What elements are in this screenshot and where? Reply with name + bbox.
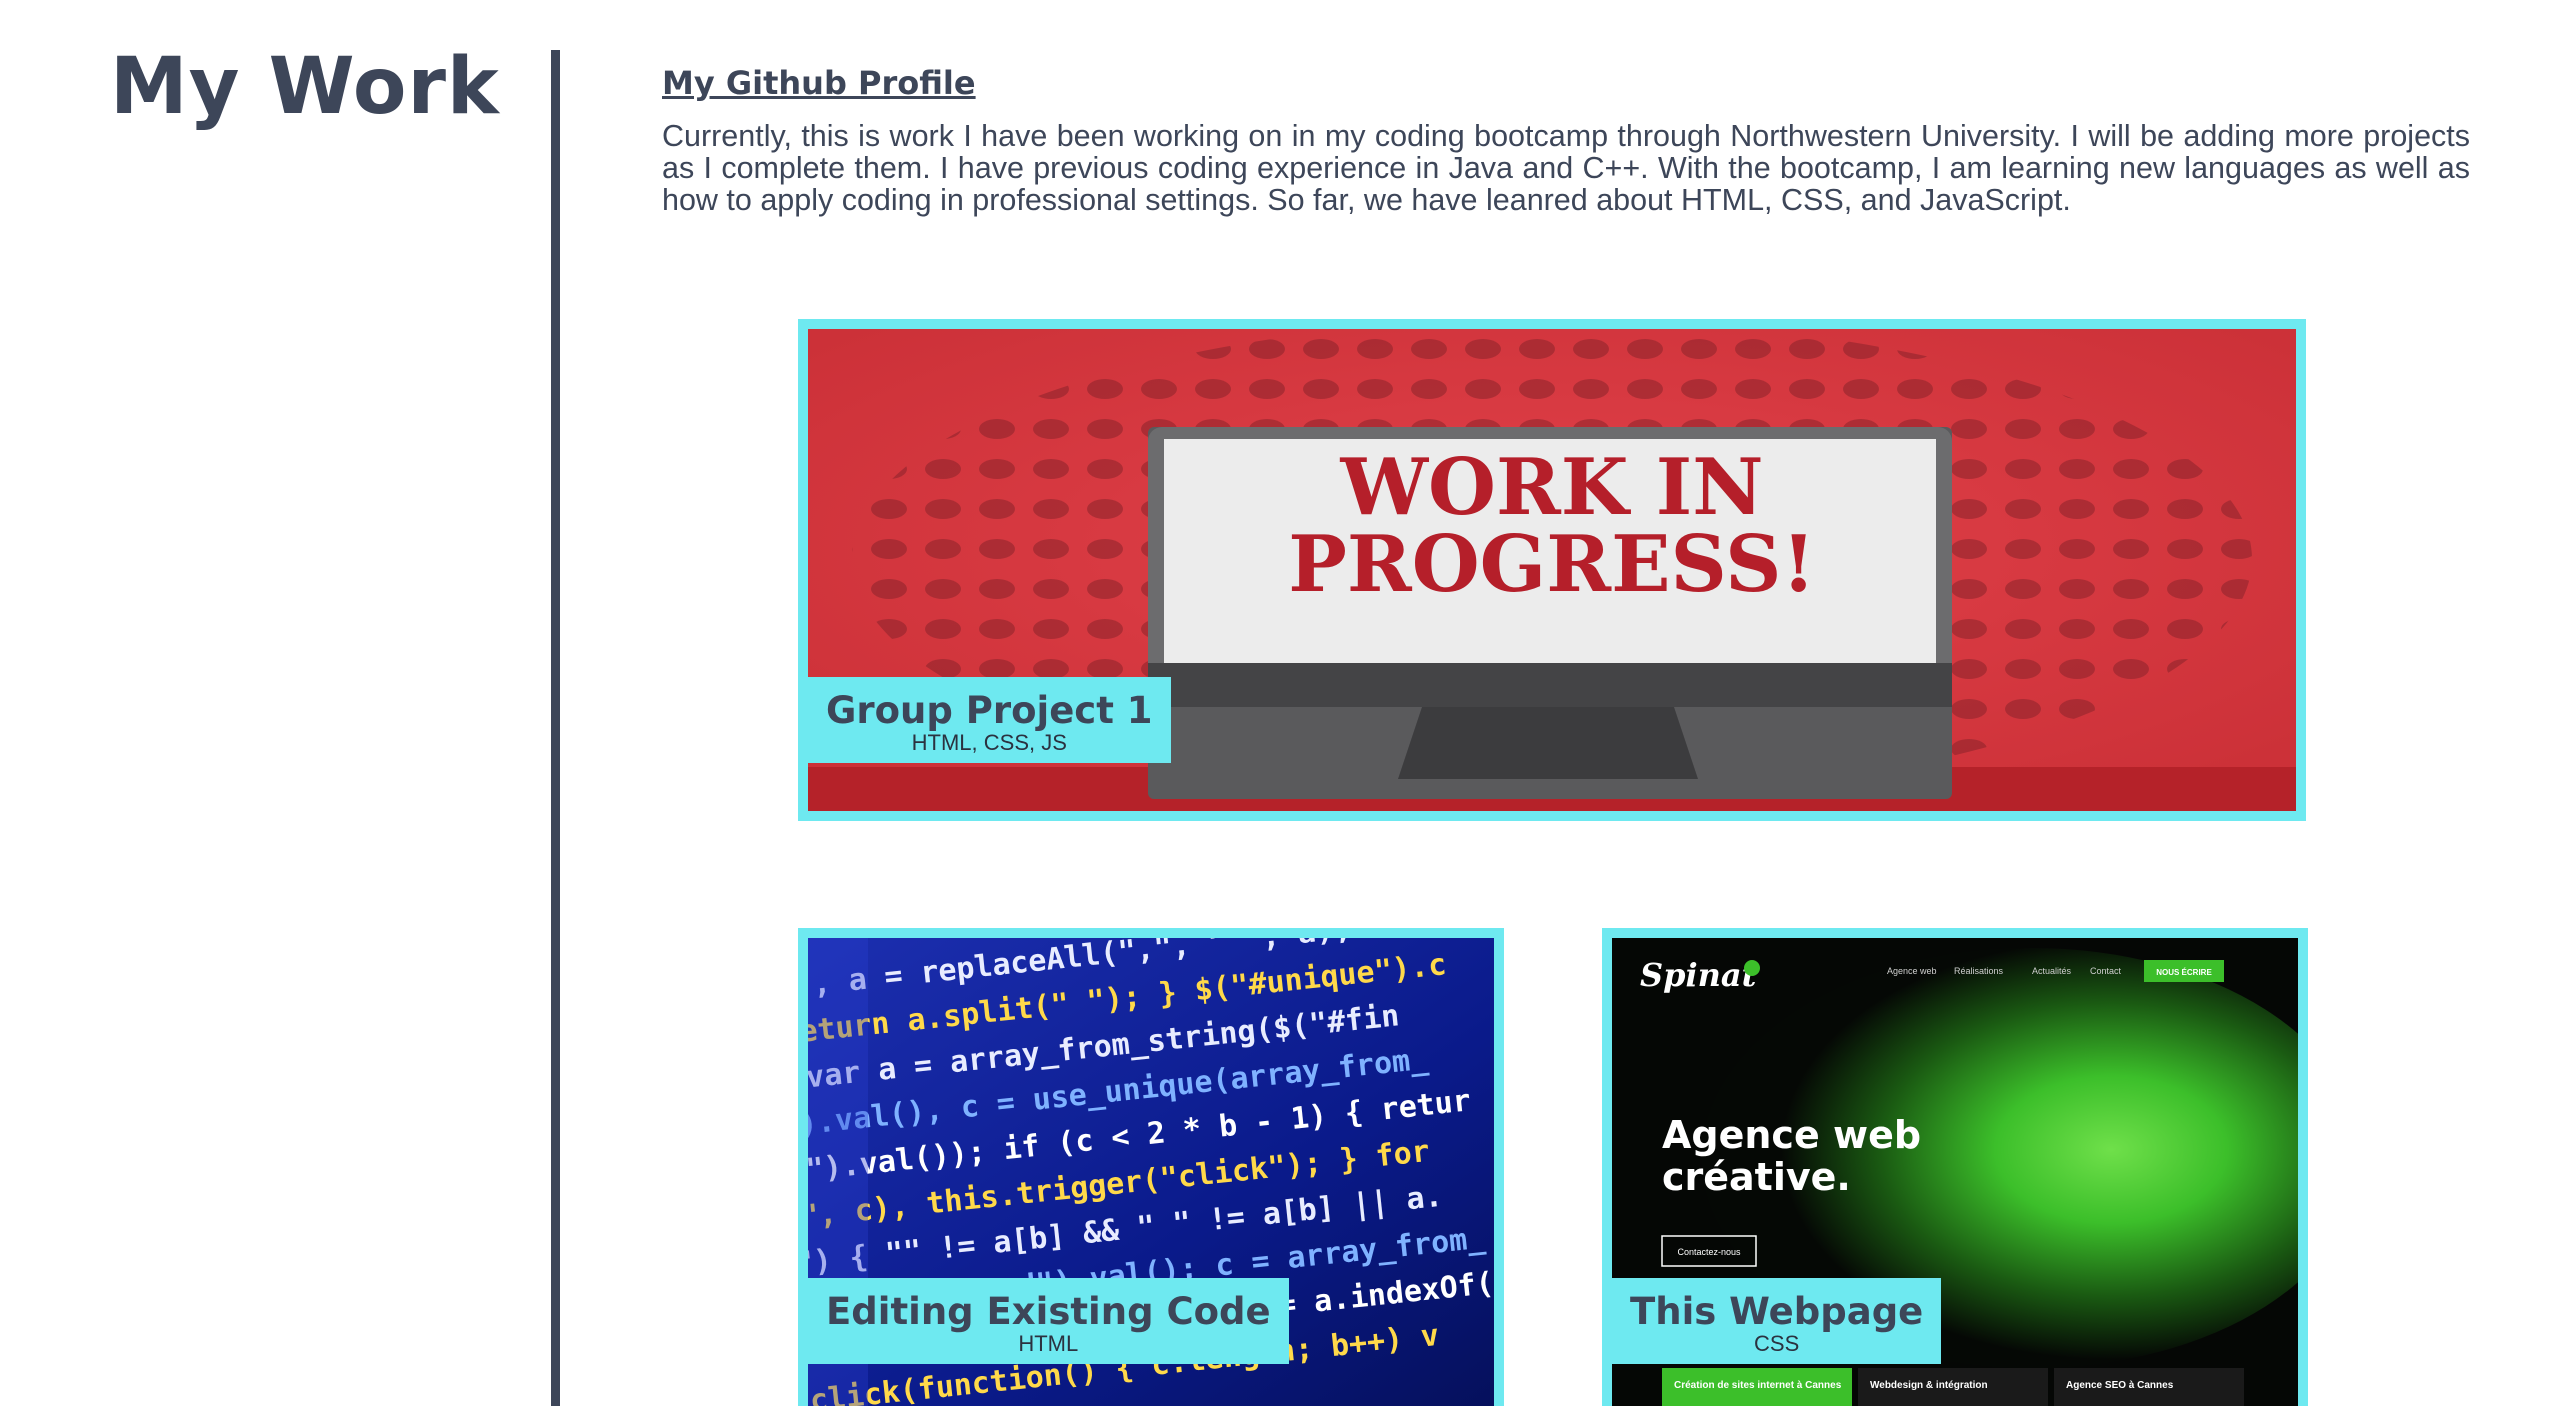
web-cta: NOUS ÉCRIRE: [2156, 968, 2212, 977]
project-caption: This Webpage CSS: [1612, 1278, 1942, 1364]
vertical-divider: [551, 50, 560, 1406]
web-button: Contactez-nous: [1677, 1247, 1741, 1257]
web-logo: Spinat: [1640, 956, 1757, 994]
project-title: This Webpage: [1630, 1290, 1924, 1333]
web-footer-item: Webdesign & intégration: [1870, 1380, 1988, 1391]
web-nav-item: Réalisations: [1954, 966, 2004, 976]
web-nav-item: Contact: [2090, 966, 2122, 976]
web-footer-item: Création de sites internet à Cannes: [1674, 1380, 1842, 1391]
project-title: Editing Existing Code: [826, 1290, 1271, 1333]
project-caption: Group Project 1 HTML, CSS, JS: [808, 677, 1171, 763]
web-headline-1: Agence web: [1662, 1113, 1921, 1157]
page-title: My Work: [110, 42, 500, 132]
project-tech: HTML: [1018, 1331, 1079, 1356]
project-card-group-project-1[interactable]: WORK IN PROGRESS! Group Project 1 HTML, …: [798, 319, 2306, 821]
web-headline-2: créative.: [1662, 1155, 1851, 1199]
web-nav-item: Actualités: [2032, 966, 2072, 976]
wip-line-2: PROGRESS!: [1288, 519, 1816, 610]
web-nav-item: Agence web: [1887, 966, 1937, 976]
project-card-editing-existing-code[interactable]: "), a = replaceAll(",", " ", a); a = a.r…: [798, 928, 1504, 1406]
project-tech: HTML, CSS, JS: [911, 730, 1067, 755]
intro-paragraph: Currently, this is work I have been work…: [662, 119, 2470, 217]
github-profile-link[interactable]: My Github Profile: [662, 64, 976, 102]
project-tech: CSS: [1754, 1331, 1800, 1356]
project-title: Group Project 1: [826, 689, 1153, 732]
project-card-this-webpage[interactable]: Spinat Agence web Réalisations Actualité…: [1602, 928, 2308, 1406]
project-caption: Editing Existing Code HTML: [808, 1278, 1289, 1364]
web-footer-item: Agence SEO à Cannes: [2066, 1380, 2174, 1391]
